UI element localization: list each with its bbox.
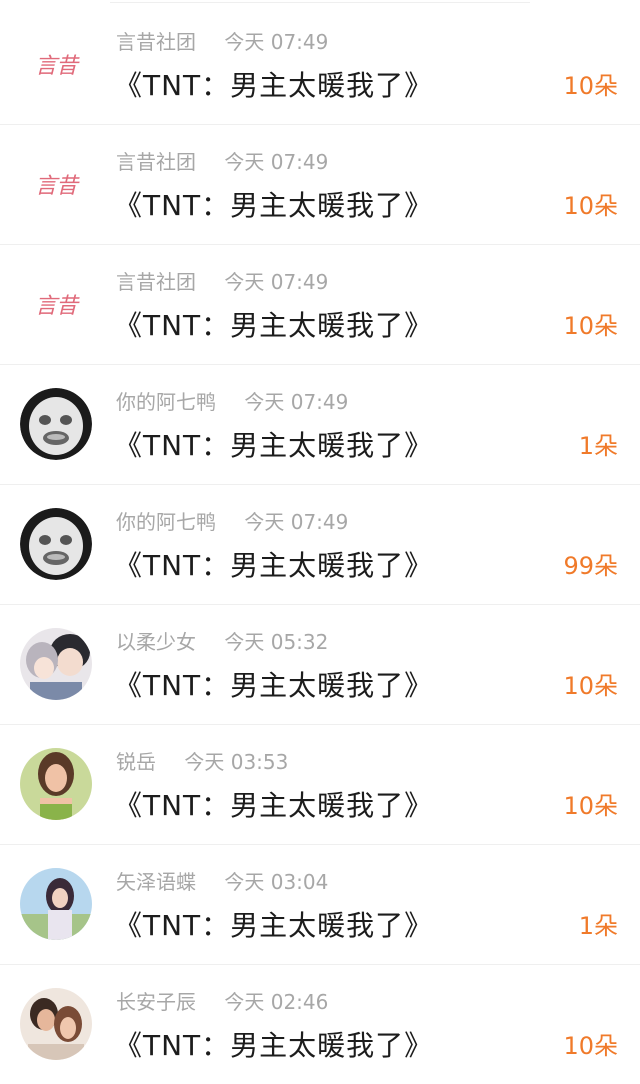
user-name[interactable]: 言昔社团	[116, 270, 196, 294]
timestamp: 今天 05:32	[224, 630, 329, 654]
meme-face-icon	[20, 388, 92, 460]
avatar[interactable]	[20, 628, 92, 700]
book-title[interactable]: 《TNT：男主太暖我了》	[114, 304, 433, 344]
list-item[interactable]: 长安子辰 今天 02:46 《TNT：男主太暖我了》 10朵	[0, 964, 640, 1084]
book-title[interactable]: 《TNT：男主太暖我了》	[114, 544, 433, 584]
avatar[interactable]: 言昔	[20, 28, 92, 100]
book-title[interactable]: 《TNT：男主太暖我了》	[114, 664, 433, 704]
book-title[interactable]: 《TNT：男主太暖我了》	[114, 184, 433, 224]
item-meta: 你的阿七鸭 今天 07:49	[116, 386, 348, 415]
list-item[interactable]: 以柔少女 今天 05:32 《TNT：男主太暖我了》 10朵	[0, 604, 640, 725]
list-item[interactable]: 你的阿七鸭 今天 07:49 《TNT：男主太暖我了》 99朵	[0, 484, 640, 605]
portrait-photo-icon	[20, 988, 92, 1060]
gift-count: 10朵	[563, 72, 618, 100]
gift-count: 99朵	[563, 552, 618, 580]
item-meta: 锐岳 今天 03:53	[116, 746, 288, 775]
list-item[interactable]: 言昔 言昔社团 今天 07:49 《TNT：男主太暖我了》 10朵	[0, 124, 640, 245]
avatar[interactable]	[20, 868, 92, 940]
user-name[interactable]: 以柔少女	[116, 630, 196, 654]
user-name[interactable]: 你的阿七鸭	[116, 510, 216, 534]
avatar[interactable]	[20, 988, 92, 1060]
avatar[interactable]: 言昔	[20, 268, 92, 340]
list-item[interactable]: 言昔 言昔社团 今天 07:49 《TNT：男主太暖我了》 10朵	[0, 244, 640, 365]
timestamp: 今天 07:49	[224, 30, 329, 54]
club-logo: 言昔	[34, 54, 78, 79]
timestamp: 今天 07:49	[244, 390, 349, 414]
item-meta: 矢泽语蝶 今天 03:04	[116, 866, 328, 895]
avatar[interactable]	[20, 508, 92, 580]
avatar[interactable]	[20, 748, 92, 820]
book-title[interactable]: 《TNT：男主太暖我了》	[114, 64, 433, 104]
timestamp: 今天 03:04	[224, 870, 329, 894]
item-meta: 以柔少女 今天 05:32	[116, 626, 328, 655]
user-name[interactable]: 言昔社团	[116, 150, 196, 174]
book-title[interactable]: 《TNT：男主太暖我了》	[114, 904, 433, 944]
meme-face-icon	[20, 508, 92, 580]
book-title[interactable]: 《TNT：男主太暖我了》	[114, 784, 433, 824]
gift-count: 10朵	[563, 192, 618, 220]
item-meta: 言昔社团 今天 07:49	[116, 26, 328, 55]
user-name[interactable]: 锐岳	[116, 750, 156, 774]
timestamp: 今天 07:49	[224, 150, 329, 174]
item-meta: 你的阿七鸭 今天 07:49	[116, 506, 348, 535]
list-item[interactable]: 矢泽语蝶 今天 03:04 《TNT：男主太暖我了》 1朵	[0, 844, 640, 965]
user-name[interactable]: 长安子辰	[116, 990, 196, 1014]
avatar[interactable]: 言昔	[20, 148, 92, 220]
user-name[interactable]: 矢泽语蝶	[116, 870, 196, 894]
gift-count: 10朵	[563, 792, 618, 820]
item-meta: 长安子辰 今天 02:46	[116, 986, 328, 1015]
gift-count: 1朵	[578, 912, 618, 940]
avatar[interactable]	[20, 388, 92, 460]
gift-count: 10朵	[563, 672, 618, 700]
gift-list: 言昔 言昔社团 今天 07:49 《TNT：男主太暖我了》 10朵 言昔 言昔社…	[0, 0, 640, 1081]
user-name[interactable]: 言昔社团	[116, 30, 196, 54]
item-meta: 言昔社团 今天 07:49	[116, 146, 328, 175]
timestamp: 今天 03:53	[184, 750, 289, 774]
portrait-photo-icon	[20, 748, 92, 820]
item-meta: 言昔社团 今天 07:49	[116, 266, 328, 295]
list-item[interactable]: 锐岳 今天 03:53 《TNT：男主太暖我了》 10朵	[0, 724, 640, 845]
timestamp: 今天 07:49	[244, 510, 349, 534]
book-title[interactable]: 《TNT：男主太暖我了》	[114, 424, 433, 464]
timestamp: 今天 02:46	[224, 990, 329, 1014]
user-name[interactable]: 你的阿七鸭	[116, 390, 216, 414]
timestamp: 今天 07:49	[224, 270, 329, 294]
gift-count: 10朵	[563, 312, 618, 340]
club-logo: 言昔	[34, 294, 78, 319]
list-item[interactable]: 你的阿七鸭 今天 07:49 《TNT：男主太暖我了》 1朵	[0, 364, 640, 485]
top-divider	[110, 2, 530, 3]
book-title[interactable]: 《TNT：男主太暖我了》	[114, 1024, 433, 1064]
portrait-photo-icon	[20, 868, 92, 940]
gift-count: 1朵	[578, 432, 618, 460]
club-logo: 言昔	[34, 174, 78, 199]
gift-count: 10朵	[563, 1032, 618, 1060]
list-item[interactable]: 言昔 言昔社团 今天 07:49 《TNT：男主太暖我了》 10朵	[0, 4, 640, 125]
anime-couple-icon	[20, 628, 92, 700]
